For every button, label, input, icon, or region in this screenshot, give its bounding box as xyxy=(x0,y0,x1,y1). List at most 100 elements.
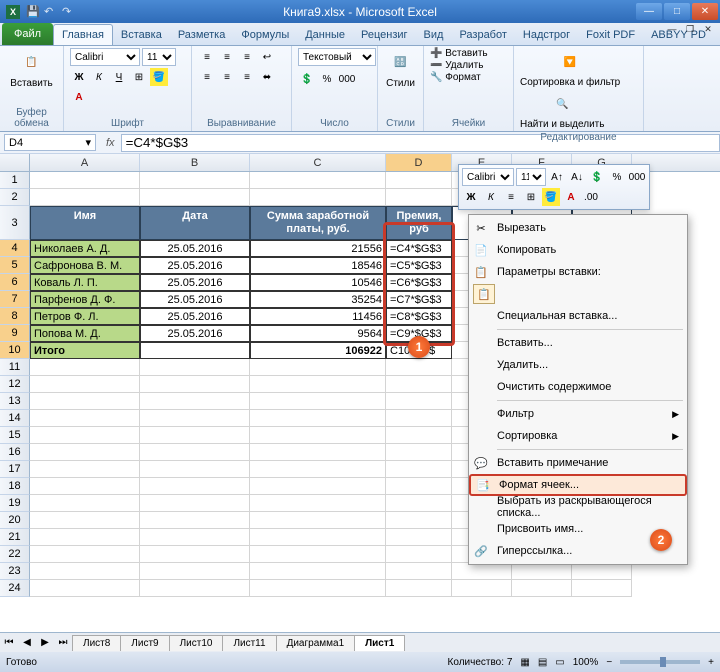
ctx-cut[interactable]: ✂Вырезать xyxy=(469,217,687,239)
align-center[interactable]: ≡ xyxy=(218,68,236,86)
insert-cells[interactable]: ➕ Вставить xyxy=(430,48,507,59)
ctx-paste-btn[interactable]: 📋 xyxy=(469,283,687,305)
total-sum[interactable]: 106922 xyxy=(250,342,386,359)
wrap[interactable]: ↩ xyxy=(258,48,276,66)
save-icon[interactable]: 💾 xyxy=(26,5,40,19)
cell[interactable] xyxy=(140,563,250,580)
cell[interactable] xyxy=(386,461,452,478)
row-header[interactable]: 19 xyxy=(0,495,30,512)
cell[interactable] xyxy=(250,172,386,189)
ctx-copy[interactable]: 📄Копировать xyxy=(469,239,687,261)
redo-icon[interactable]: ↷ xyxy=(62,5,76,19)
cell[interactable] xyxy=(250,393,386,410)
cell[interactable] xyxy=(452,580,512,597)
date-cell[interactable]: 25.05.2016 xyxy=(140,240,250,257)
delete-cells[interactable]: ➖ Удалить xyxy=(430,60,507,71)
tab-prev[interactable]: ◀ xyxy=(18,637,36,648)
tab-formulas[interactable]: Формулы xyxy=(233,25,297,45)
date-cell[interactable]: 25.05.2016 xyxy=(140,325,250,342)
cell[interactable] xyxy=(386,478,452,495)
ctx-insert[interactable]: Вставить... xyxy=(469,332,687,354)
row-header[interactable]: 16 xyxy=(0,444,30,461)
view-normal-icon[interactable]: ▦ xyxy=(520,657,529,668)
font-color-button[interactable]: A xyxy=(70,88,88,106)
cell[interactable] xyxy=(30,410,140,427)
mini-shrink[interactable]: A↓ xyxy=(568,168,586,186)
cell[interactable] xyxy=(140,359,250,376)
cell[interactable] xyxy=(386,444,452,461)
sum-cell[interactable]: 10546 xyxy=(250,274,386,291)
name-cell[interactable]: Сафронова В. М. xyxy=(30,257,140,274)
paste-button[interactable]: 📋 Вставить xyxy=(6,48,57,89)
cell[interactable] xyxy=(386,563,452,580)
cell[interactable] xyxy=(386,410,452,427)
table-header[interactable]: Имя xyxy=(30,206,140,240)
font-name[interactable]: Calibri xyxy=(70,48,140,66)
row-header[interactable]: 12 xyxy=(0,376,30,393)
cell[interactable] xyxy=(386,512,452,529)
maximize-button[interactable]: □ xyxy=(664,3,690,20)
cell[interactable] xyxy=(30,580,140,597)
cell[interactable] xyxy=(386,529,452,546)
view-layout-icon[interactable]: ▤ xyxy=(538,657,547,668)
tab-insert[interactable]: Вставка xyxy=(113,25,170,45)
sheet-tab[interactable]: Лист10 xyxy=(169,635,224,651)
mini-dec-inc[interactable]: .00 xyxy=(582,188,600,206)
tab-foxit[interactable]: Foxit PDF xyxy=(578,25,643,45)
cell[interactable] xyxy=(140,444,250,461)
row-header[interactable]: 7 xyxy=(0,291,30,308)
ctx-sort[interactable]: Сортировка▶ xyxy=(469,425,687,447)
undo-icon[interactable]: ↶ xyxy=(44,5,58,19)
row-header[interactable]: 9 xyxy=(0,325,30,342)
cell[interactable] xyxy=(572,563,632,580)
sum-cell[interactable]: 21556 xyxy=(250,240,386,257)
row-header[interactable]: 13 xyxy=(0,393,30,410)
name-cell[interactable]: Петров Ф. Л. xyxy=(30,308,140,325)
child-close[interactable]: ✕ xyxy=(700,24,716,38)
col-header-A[interactable]: A xyxy=(30,154,140,171)
row-header[interactable]: 14 xyxy=(0,410,30,427)
format-cells[interactable]: 🔧 Формат xyxy=(430,72,507,83)
date-cell[interactable]: 25.05.2016 xyxy=(140,308,250,325)
row-header[interactable]: 8 xyxy=(0,308,30,325)
formula-cell[interactable]: =C6*$G$3 xyxy=(386,274,452,291)
ctx-format-cells[interactable]: 📑Формат ячеек... xyxy=(469,474,687,496)
underline-button[interactable]: Ч xyxy=(110,68,128,86)
percent-button[interactable]: % xyxy=(318,70,336,88)
cell[interactable] xyxy=(140,478,250,495)
sheet-tab[interactable]: Лист1 xyxy=(354,635,405,651)
cell[interactable] xyxy=(386,546,452,563)
mini-font[interactable]: Calibri xyxy=(462,168,514,186)
formula-cell[interactable]: =C5*$G$3 xyxy=(386,257,452,274)
cell[interactable] xyxy=(30,172,140,189)
tab-first[interactable]: ⏮ xyxy=(0,637,18,648)
cell[interactable] xyxy=(30,563,140,580)
cell[interactable] xyxy=(140,172,250,189)
table-header[interactable]: Сумма заработной платы, руб. xyxy=(250,206,386,240)
worksheet[interactable]: ABCDEFG 123ИмяДатаСумма заработной платы… xyxy=(0,154,720,604)
cell[interactable] xyxy=(30,189,140,206)
mini-align[interactable]: ≡ xyxy=(502,188,520,206)
row-header[interactable]: 1 xyxy=(0,172,30,189)
mini-currency[interactable]: 💲 xyxy=(588,168,606,186)
zoom-out[interactable]: − xyxy=(606,657,612,668)
row-header[interactable]: 3 xyxy=(0,206,30,240)
row-header[interactable]: 2 xyxy=(0,189,30,206)
tab-layout[interactable]: Разметка xyxy=(170,25,234,45)
view-break-icon[interactable]: ▭ xyxy=(555,657,564,668)
row-header[interactable]: 11 xyxy=(0,359,30,376)
tab-home[interactable]: Главная xyxy=(53,24,113,45)
tab-data[interactable]: Данные xyxy=(297,25,353,45)
cell[interactable] xyxy=(30,495,140,512)
mini-comma[interactable]: 000 xyxy=(628,168,646,186)
table-header[interactable]: Дата xyxy=(140,206,250,240)
cell[interactable] xyxy=(250,563,386,580)
ctx-paste-special[interactable]: Специальная вставка... xyxy=(469,305,687,327)
file-tab[interactable]: Файл xyxy=(2,23,53,45)
align-bot[interactable]: ≡ xyxy=(238,48,256,66)
child-minimize[interactable]: — xyxy=(664,24,680,38)
fill-color-button[interactable]: 🪣 xyxy=(150,68,168,86)
cell[interactable] xyxy=(250,427,386,444)
mini-grow[interactable]: A↑ xyxy=(548,168,566,186)
find-button[interactable]: 🔍 Найти и выделить xyxy=(520,90,604,130)
